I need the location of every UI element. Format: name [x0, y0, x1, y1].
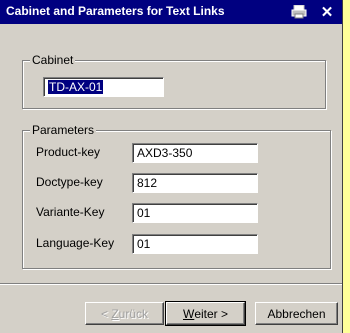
back-button-prefix: <: [100, 306, 112, 321]
cabinet-value: TD-AX-01: [48, 80, 104, 94]
next-button[interactable]: Weiter >: [165, 301, 246, 326]
window-title: Cabinet and Parameters for Text Links: [6, 4, 225, 18]
next-button-mnemonic: W: [182, 306, 195, 321]
button-separator: [0, 283, 342, 285]
close-icon[interactable]: ✕: [318, 3, 336, 21]
back-button-label: urück: [118, 306, 149, 321]
back-button-mnemonic: Z: [111, 306, 119, 321]
parameters-group-label: Parameters: [30, 123, 97, 137]
doctype-key-input[interactable]: 812: [132, 173, 258, 193]
next-button-label: eiter >: [194, 306, 228, 321]
dialog-window: Cabinet and Parameters for Text Links ✕ …: [0, 0, 343, 333]
cabinet-group-label: Cabinet: [30, 53, 76, 67]
product-key-label: Product-key: [36, 145, 101, 159]
language-key-input[interactable]: 01: [132, 234, 258, 254]
title-bar[interactable]: Cabinet and Parameters for Text Links ✕: [0, 0, 342, 24]
variante-key-input[interactable]: 01: [132, 203, 258, 223]
language-key-label: Language-Key: [36, 236, 115, 250]
variante-key-label: Variante-Key: [36, 205, 105, 219]
printer-icon[interactable]: [290, 3, 308, 20]
doctype-key-label: Doctype-key: [36, 175, 103, 189]
product-key-input[interactable]: AXD3-350: [132, 143, 258, 163]
back-button[interactable]: < Zurück: [85, 302, 164, 325]
parameters-group: Parameters Product-key AXD3-350 Doctype-…: [22, 123, 331, 269]
cabinet-input[interactable]: TD-AX-01: [43, 77, 164, 97]
cabinet-group: Cabinet TD-AX-01: [22, 53, 326, 109]
cancel-button[interactable]: Abbrechen: [255, 302, 338, 325]
